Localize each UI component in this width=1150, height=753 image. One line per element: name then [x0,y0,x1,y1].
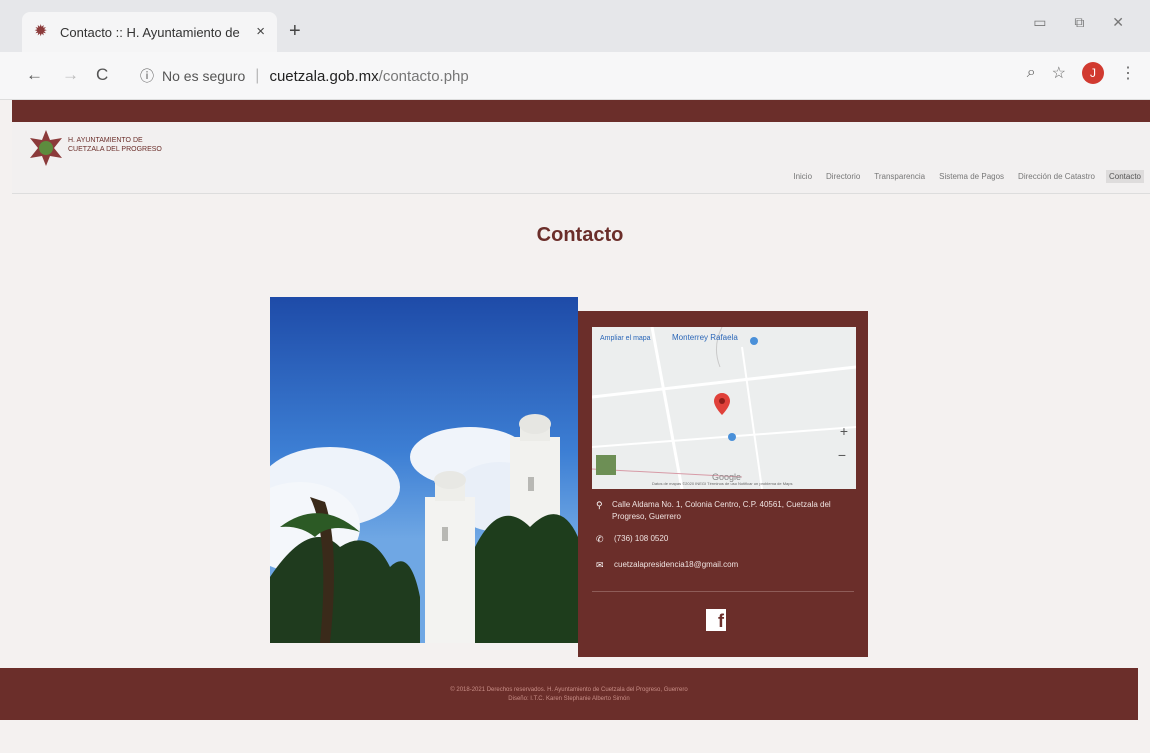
church-photo [270,297,578,643]
phone-text: (736) 108 0520 [614,534,669,543]
main-nav: Inicio Directorio Transparencia Sistema … [790,170,1144,183]
nav-item-transparencia[interactable]: Transparencia [871,170,928,183]
url-separator: | [255,67,260,84]
footer-copyright: © 2018-2021 Derechos reservados. H. Ayun… [450,687,688,693]
window-controls[interactable]: ▭ ⧉ ✕ [1033,14,1136,31]
address-row: ⚲ Calle Aldama No. 1, Colonia Centro, C.… [596,499,854,523]
embedded-map[interactable]: Ampliar el mapa Monterrey Rafaela + − Go… [592,327,856,489]
logo-line-2: Cuetzala del Progreso [68,146,162,153]
contact-panel: Ampliar el mapa Monterrey Rafaela + − Go… [578,311,868,657]
nav-item-inicio[interactable]: Inicio [790,170,815,183]
location-pin-icon: ⚲ [596,500,603,510]
menu-dots-icon[interactable]: ⋮ [1120,63,1136,83]
footer-text: © 2018-2021 Derechos reservados. H. Ayun… [0,686,1138,704]
address-bar: ← → C ⓘ No es seguro | cuetzala.gob.mx /… [0,52,1150,100]
browser-tab[interactable]: ✹ Contacto :: H. Ayuntamiento de × [22,12,277,52]
close-tab-icon[interactable]: × [256,23,265,40]
security-status: No es seguro [162,68,246,84]
zoom-out-button[interactable]: − [838,447,846,463]
new-tab-button[interactable]: + [289,20,301,43]
site-header: H. Ayuntamiento de Cuetzala del Progreso… [12,122,1150,194]
map-expand-link[interactable]: Ampliar el mapa [600,335,651,342]
envelope-icon: ✉ [596,560,604,570]
url-host: cuetzala.gob.mx [269,67,379,85]
phone-icon: ✆ [596,534,604,544]
logo-line-1: H. Ayuntamiento de [68,137,143,144]
nav-item-pagos[interactable]: Sistema de Pagos [936,170,1007,183]
bookmark-star-icon[interactable]: ☆ [1052,63,1066,83]
url-field[interactable]: ⓘ No es seguro | cuetzala.gob.mx /contac… [130,60,1000,92]
browser-tab-bar: ✹ Contacto :: H. Ayuntamiento de × + ▭ ⧉… [0,0,1150,52]
site-footer: © 2018-2021 Derechos reservados. H. Ayun… [0,668,1138,720]
page-title: Contacto [536,224,624,246]
zoom-icon[interactable]: ⌕ [1027,64,1036,82]
url-path: /contacto.php [378,67,469,85]
address-bar-actions: ⌕ ☆ J ⋮ [1027,62,1136,84]
map-place-label[interactable]: Monterrey Rafaela [672,333,738,342]
tab-title: Contacto :: H. Ayuntamiento de [60,24,240,40]
nav-item-catastro[interactable]: Dirección de Catastro [1015,170,1098,183]
zoom-in-button[interactable]: + [840,423,848,439]
facebook-icon[interactable]: f [706,609,726,631]
address-text: Calle Aldama No. 1, Colonia Centro, C.P.… [612,500,831,521]
map-attribution: Datos de mapas ©2020 INEGI Términos de u… [652,481,793,486]
nav-item-contacto[interactable]: Contacto [1105,170,1144,183]
map-pin-icon[interactable] [714,393,730,415]
email-text[interactable]: cuetzalapresidencia18@gmail.com [614,559,738,571]
nav-item-directorio[interactable]: Directorio [823,170,863,183]
forward-button[interactable]: → [62,65,79,85]
panel-divider [592,591,854,592]
email-row: ✉ cuetzalapresidencia18@gmail.com [596,559,854,571]
satellite-toggle[interactable] [596,455,616,475]
municipal-seal-icon[interactable] [26,128,66,168]
footer-credits: Diseño: I.T.C. Karen Stephanie Alberto S… [508,696,630,702]
back-button[interactable]: ← [26,65,43,85]
site-favicon-icon: ✹ [34,23,48,40]
phone-row: ✆ (736) 108 0520 [596,533,854,545]
site-logo-text[interactable]: H. Ayuntamiento de Cuetzala del Progreso [68,136,178,154]
info-icon[interactable]: ⓘ [140,66,154,86]
profile-avatar[interactable]: J [1082,62,1104,84]
site-top-stripe [12,100,1150,122]
reload-button[interactable]: C [96,65,108,85]
